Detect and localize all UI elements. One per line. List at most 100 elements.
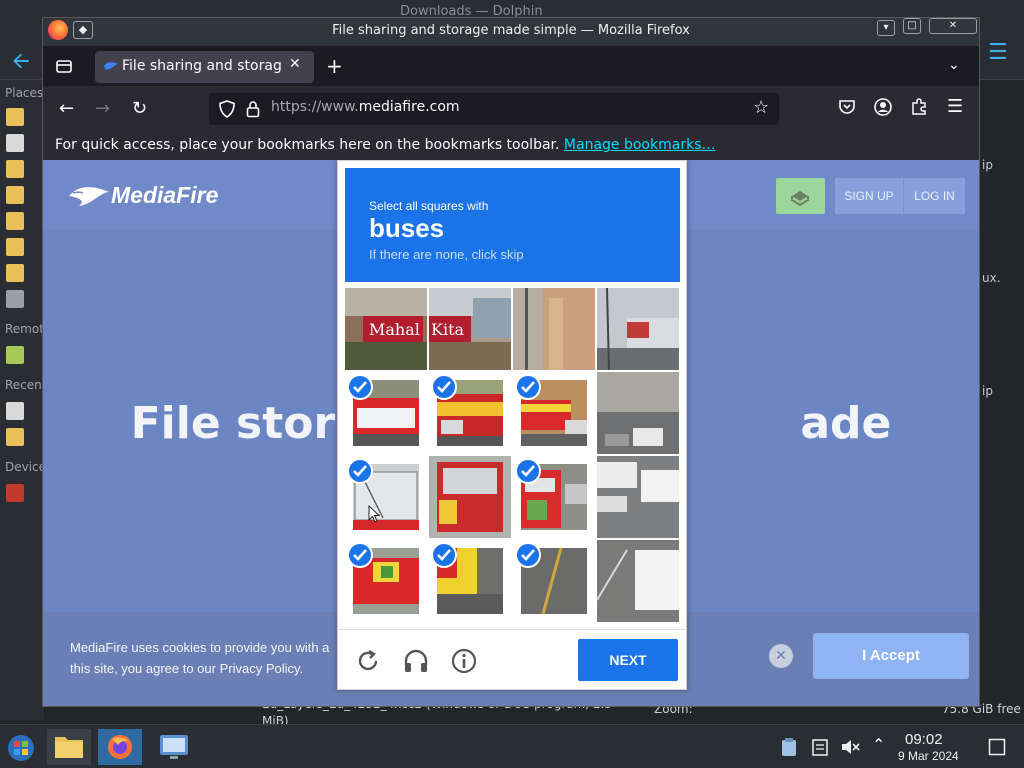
- list-all-tabs-chevron-icon[interactable]: ⌄: [948, 57, 960, 73]
- captcha-tile-7[interactable]: [513, 372, 595, 454]
- minimize-window-icon[interactable]: ▾: [877, 20, 895, 36]
- taskbar-firefox[interactable]: [98, 729, 142, 765]
- captcha-tile-1[interactable]: Mahal: [345, 288, 427, 370]
- account-icon[interactable]: [873, 97, 893, 117]
- url-text[interactable]: https://www.mediafire.com: [271, 99, 460, 115]
- window-title: File sharing and storage made simple — M…: [332, 23, 690, 38]
- mediafire-favicon-icon: [104, 62, 118, 70]
- tray-expand-chevron-icon[interactable]: ⌃: [872, 735, 885, 754]
- notes-tray-icon[interactable]: [812, 738, 828, 756]
- places-drive-icon[interactable]: [6, 484, 24, 502]
- lock-icon[interactable]: [246, 100, 260, 118]
- captcha-tile-9[interactable]: [345, 456, 427, 538]
- captcha-tile-2[interactable]: Kita: [429, 288, 511, 370]
- tile-image: [597, 456, 679, 538]
- tracking-protection-shield-icon[interactable]: [219, 100, 235, 118]
- cookie-notice-text: MediaFire uses cookies to provide you wi…: [70, 637, 340, 679]
- tab-mediafire[interactable]: File sharing and storage made simple ✕: [95, 51, 314, 83]
- help-info-icon[interactable]: [450, 647, 478, 675]
- places-trash-icon[interactable]: [6, 290, 24, 308]
- tab-label: File sharing and storage made simple: [122, 58, 282, 74]
- taskbar-file-manager[interactable]: [47, 729, 91, 765]
- clipboard-tray-icon[interactable]: [780, 737, 798, 757]
- next-button[interactable]: NEXT: [578, 639, 678, 681]
- captcha-tile-15[interactable]: [513, 540, 595, 622]
- tile-image: [597, 540, 679, 622]
- show-desktop-icon[interactable]: [988, 738, 1006, 756]
- captcha-tile-13[interactable]: [345, 540, 427, 622]
- cookie-close-icon[interactable]: ✕: [769, 644, 793, 668]
- forward-arrow-icon[interactable]: →: [95, 98, 110, 119]
- log-in-button[interactable]: LOG IN: [903, 178, 965, 214]
- pocket-icon[interactable]: [837, 97, 857, 117]
- image-grid: Mahal Kita: [345, 288, 680, 625]
- cookie-line-2-text: this site, you agree to our Privacy Poli…: [70, 661, 304, 676]
- captcha-tile-14[interactable]: [429, 540, 511, 622]
- captcha-tile-5[interactable]: [345, 372, 427, 454]
- bookmarks-prompt: For quick access, place your bookmarks h…: [55, 137, 560, 153]
- mediafire-logo-icon[interactable]: [67, 184, 111, 208]
- places-recent-locations-icon[interactable]: [6, 428, 24, 446]
- places-music-folder-icon[interactable]: [6, 212, 24, 230]
- firefox-icon: [108, 735, 132, 759]
- app-menu-hamburger-icon[interactable]: ☰: [947, 96, 963, 117]
- captcha-tile-3[interactable]: [513, 288, 595, 370]
- start-menu-icon[interactable]: [6, 733, 36, 763]
- accept-cookies-button[interactable]: I Accept: [813, 633, 969, 679]
- upload-button[interactable]: [776, 178, 825, 214]
- page-content: MediaFire SIGN UP LOG IN File storag ade …: [43, 160, 979, 706]
- captcha-tile-10[interactable]: [429, 456, 511, 538]
- taskbar-system-settings[interactable]: [152, 729, 196, 765]
- tab-close-icon[interactable]: ✕: [289, 56, 301, 72]
- captcha-tile-8[interactable]: [597, 372, 679, 454]
- clock-date[interactable]: 9 Mar 2024: [898, 749, 959, 763]
- tab-bar: File sharing and storage made simple ✕ +…: [43, 46, 979, 86]
- audio-challenge-headphones-icon[interactable]: [402, 647, 430, 675]
- skip-hint: If there are none, click skip: [369, 247, 524, 262]
- new-tab-icon[interactable]: +: [326, 54, 343, 78]
- places-documents-folder-icon[interactable]: [6, 160, 24, 178]
- url-scheme: https://www.: [271, 99, 359, 115]
- bookmarks-toolbar-message: For quick access, place your bookmarks h…: [55, 137, 715, 153]
- selected-checkmark-icon: [347, 458, 373, 484]
- url-bar[interactable]: https://www.mediafire.com ☆: [209, 93, 779, 125]
- dolphin-places-panel: Places Remote Recent Devices: [0, 80, 52, 720]
- recaptcha-challenge: Select all squares with buses If there a…: [337, 160, 687, 690]
- clock-time[interactable]: 09:02: [905, 731, 943, 748]
- captcha-tile-12[interactable]: [597, 456, 679, 538]
- places-home-folder-icon[interactable]: [6, 108, 24, 126]
- sign-up-button[interactable]: SIGN UP: [835, 178, 903, 214]
- places-desktop-icon[interactable]: [6, 134, 24, 152]
- back-arrow-icon[interactable]: ←: [59, 98, 74, 119]
- folder-icon: [55, 737, 83, 758]
- reload-icon[interactable]: ↻: [132, 98, 147, 119]
- captcha-tile-6[interactable]: [429, 372, 511, 454]
- tile-image: [597, 372, 679, 454]
- upload-icon: [791, 191, 809, 207]
- tile-image: [513, 288, 595, 370]
- dolphin-menu-icon[interactable]: ☰: [988, 40, 1008, 65]
- places-videos-folder-icon[interactable]: [6, 264, 24, 282]
- bookmark-star-icon[interactable]: ☆: [753, 97, 769, 118]
- reload-challenge-icon[interactable]: [354, 647, 382, 675]
- extensions-puzzle-icon[interactable]: [909, 97, 929, 117]
- system-monitor-icon: [160, 735, 188, 759]
- places-network-icon[interactable]: [6, 346, 24, 364]
- captcha-tile-4[interactable]: [597, 288, 679, 370]
- places-recent-files-icon[interactable]: [6, 402, 24, 420]
- window-titlebar[interactable]: ◆ File sharing and storage made simple —…: [43, 18, 979, 46]
- close-window-icon[interactable]: ✕: [929, 18, 977, 34]
- dolphin-edge-text: ip: [982, 384, 993, 398]
- places-downloads-folder-icon[interactable]: [6, 186, 24, 204]
- selected-checkmark-icon: [515, 542, 541, 568]
- captcha-tile-11[interactable]: [513, 456, 595, 538]
- maximize-window-icon[interactable]: □: [903, 18, 921, 34]
- tab-list-icon[interactable]: [55, 57, 73, 75]
- instruction-text: Select all squares with: [369, 199, 489, 213]
- mediafire-logo-text[interactable]: MediaFire: [111, 182, 218, 209]
- captcha-tile-16[interactable]: [597, 540, 679, 622]
- volume-muted-icon[interactable]: [840, 738, 860, 756]
- places-pictures-folder-icon[interactable]: [6, 238, 24, 256]
- manage-bookmarks-link[interactable]: Manage bookmarks…: [564, 137, 716, 153]
- dolphin-back-icon[interactable]: 🡨: [12, 44, 30, 82]
